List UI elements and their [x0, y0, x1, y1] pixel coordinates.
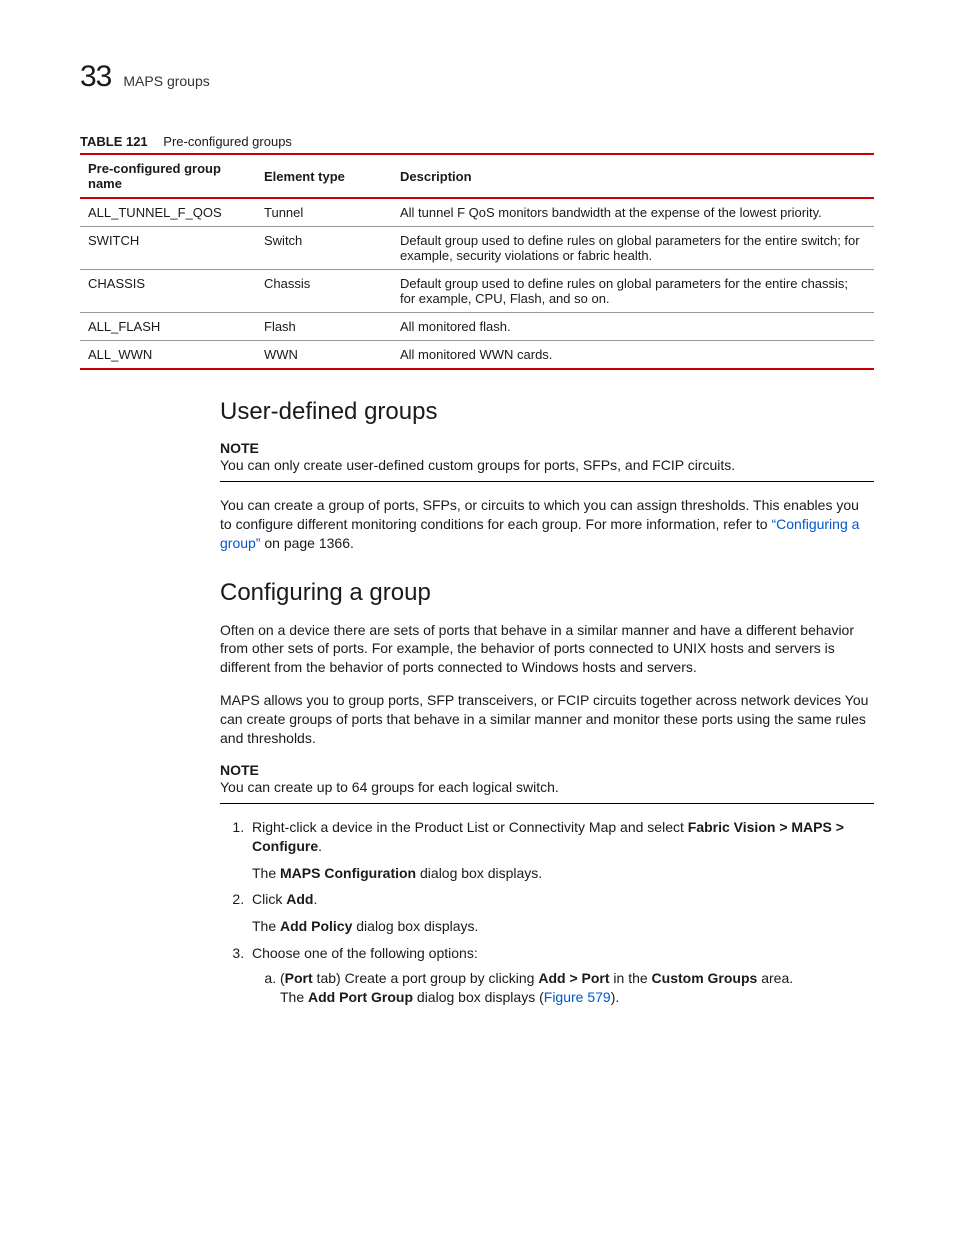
- substep-a: (Port tab) Create a port group by clicki…: [280, 969, 874, 1007]
- text: tab) Create a port group by clicking: [313, 970, 539, 986]
- text: Choose one of the following options:: [252, 945, 478, 961]
- table-row: ALL_WWN WWN All monitored WWN cards.: [80, 341, 874, 370]
- ui-name: MAPS Configuration: [280, 865, 416, 881]
- substeps: (Port tab) Create a port group by clicki…: [252, 969, 874, 1007]
- step-1: Right-click a device in the Product List…: [248, 818, 874, 883]
- cell-desc: Default group used to define rules on gl…: [392, 270, 874, 313]
- cell-desc: All monitored WWN cards.: [392, 341, 874, 370]
- table-col-desc: Description: [392, 154, 874, 198]
- ui-name: Add Port Group: [308, 989, 413, 1005]
- step-3: Choose one of the following options: (Po…: [248, 944, 874, 1007]
- text: .: [318, 838, 322, 854]
- text: .: [313, 891, 317, 907]
- chapter-title: MAPS groups: [123, 73, 209, 89]
- text: on page 1366.: [260, 535, 353, 551]
- cell-type: Chassis: [256, 270, 392, 313]
- table-row: SWITCH Switch Default group used to defi…: [80, 227, 874, 270]
- text: The: [280, 989, 308, 1005]
- step-result: The Add Policy dialog box displays.: [252, 917, 874, 936]
- note-label: NOTE: [220, 762, 874, 778]
- cell-name: ALL_FLASH: [80, 313, 256, 341]
- table-row: CHASSIS Chassis Default group used to de…: [80, 270, 874, 313]
- cell-desc: All tunnel F QoS monitors bandwidth at t…: [392, 198, 874, 227]
- note-block: NOTE You can only create user-defined cu…: [220, 440, 874, 482]
- text: dialog box displays (: [413, 989, 544, 1005]
- cell-name: CHASSIS: [80, 270, 256, 313]
- text: dialog box displays.: [416, 865, 542, 881]
- ui-name: Port: [285, 970, 313, 986]
- note-label: NOTE: [220, 440, 874, 456]
- cell-type: Switch: [256, 227, 392, 270]
- step-result: The MAPS Configuration dialog box displa…: [252, 864, 874, 883]
- cell-type: Tunnel: [256, 198, 392, 227]
- text: ).: [611, 989, 620, 1005]
- paragraph: You can create a group of ports, SFPs, o…: [220, 496, 874, 553]
- text: area.: [757, 970, 793, 986]
- heading-user-defined-groups: User-defined groups: [220, 398, 874, 426]
- table-row: ALL_TUNNEL_F_QOS Tunnel All tunnel F QoS…: [80, 198, 874, 227]
- cell-name: SWITCH: [80, 227, 256, 270]
- table-col-type: Element type: [256, 154, 392, 198]
- xref-figure-579[interactable]: Figure 579: [544, 989, 611, 1005]
- ui-name: Add Policy: [280, 918, 352, 934]
- step-result: The Add Port Group dialog box displays (…: [280, 988, 874, 1007]
- cell-name: ALL_TUNNEL_F_QOS: [80, 198, 256, 227]
- ui-path: Add > Port: [538, 970, 609, 986]
- cell-name: ALL_WWN: [80, 341, 256, 370]
- ui-name: Custom Groups: [652, 970, 758, 986]
- cell-type: Flash: [256, 313, 392, 341]
- note-text: You can only create user-defined custom …: [220, 456, 874, 475]
- table-caption-label: TABLE 121: [80, 134, 148, 149]
- step-2: Click Add. The Add Policy dialog box dis…: [248, 890, 874, 936]
- table-caption: TABLE 121 Pre-configured groups: [80, 134, 874, 149]
- table-row: ALL_FLASH Flash All monitored flash.: [80, 313, 874, 341]
- paragraph: Often on a device there are sets of port…: [220, 621, 874, 678]
- cell-type: WWN: [256, 341, 392, 370]
- text: The: [252, 918, 280, 934]
- running-header: 33 MAPS groups: [80, 60, 874, 94]
- note-block: NOTE You can create up to 64 groups for …: [220, 762, 874, 804]
- text: in the: [610, 970, 652, 986]
- cell-desc: All monitored flash.: [392, 313, 874, 341]
- text: Right-click a device in the Product List…: [252, 819, 688, 835]
- table-caption-text: Pre-configured groups: [163, 134, 292, 149]
- text: The: [252, 865, 280, 881]
- note-text: You can create up to 64 groups for each …: [220, 778, 874, 797]
- chapter-number: 33: [80, 60, 111, 94]
- table-col-name: Pre-configured group name: [80, 154, 256, 198]
- preconfigured-groups-table: Pre-configured group name Element type D…: [80, 153, 874, 370]
- text: dialog box displays.: [352, 918, 478, 934]
- text: Click: [252, 891, 286, 907]
- ui-name: Add: [286, 891, 313, 907]
- procedure-steps: Right-click a device in the Product List…: [220, 818, 874, 1007]
- cell-desc: Default group used to define rules on gl…: [392, 227, 874, 270]
- text: You can create a group of ports, SFPs, o…: [220, 497, 859, 532]
- table-header-row: Pre-configured group name Element type D…: [80, 154, 874, 198]
- heading-configuring-a-group: Configuring a group: [220, 579, 874, 607]
- paragraph: MAPS allows you to group ports, SFP tran…: [220, 691, 874, 748]
